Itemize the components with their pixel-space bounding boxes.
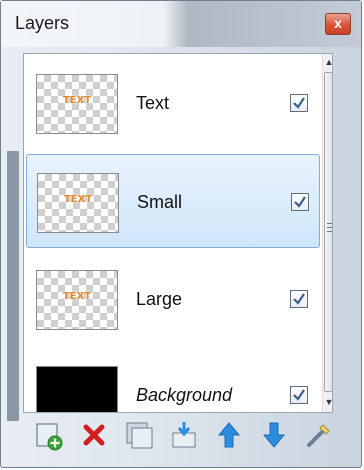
move-layer-down-button[interactable] bbox=[258, 419, 290, 451]
layers-list: TEXT Text TEXT Small TEXT Large Backgrou… bbox=[23, 53, 333, 413]
layers-toolbar bbox=[23, 419, 341, 453]
add-layer-button[interactable] bbox=[33, 419, 65, 451]
duplicate-layer-button[interactable] bbox=[123, 419, 155, 451]
grip-line bbox=[327, 231, 332, 232]
layer-visibility-checkbox[interactable] bbox=[290, 94, 308, 112]
layer-row-background[interactable]: Background bbox=[26, 348, 320, 412]
layers-window: Layers x TEXT Text TEXT Small TEXT Large… bbox=[0, 0, 362, 468]
delete-layer-button[interactable] bbox=[78, 419, 110, 451]
thumbnail-text: TEXT bbox=[62, 95, 92, 106]
scroll-down-arrow-icon[interactable]: ▼ bbox=[323, 394, 332, 410]
close-icon: x bbox=[334, 15, 342, 31]
panel-edge bbox=[7, 151, 19, 421]
delete-layer-icon bbox=[83, 424, 105, 446]
merge-layer-down-icon bbox=[172, 422, 196, 448]
layer-thumbnail: TEXT bbox=[36, 270, 118, 330]
checkmark-icon bbox=[293, 293, 305, 305]
checkmark-icon bbox=[293, 389, 305, 401]
layer-thumbnail: TEXT bbox=[36, 74, 118, 134]
layer-row-small[interactable]: TEXT Small bbox=[26, 154, 320, 248]
merge-layer-down-button[interactable] bbox=[168, 419, 200, 451]
checkmark-icon bbox=[293, 97, 305, 109]
layer-properties-icon bbox=[307, 424, 330, 447]
move-layer-up-button[interactable] bbox=[213, 419, 245, 451]
close-button[interactable]: x bbox=[325, 13, 351, 35]
thumbnail-text: TEXT bbox=[63, 194, 93, 205]
layer-name: Large bbox=[136, 289, 183, 309]
add-layer-icon bbox=[36, 423, 63, 451]
layer-row-text[interactable]: TEXT Text bbox=[26, 56, 320, 150]
layer-visibility-checkbox[interactable] bbox=[291, 193, 309, 211]
vertical-scrollbar[interactable]: ▲ ▼ bbox=[322, 54, 332, 412]
move-layer-up-icon bbox=[217, 422, 241, 448]
layer-name: Background bbox=[136, 385, 233, 405]
checkmark-icon bbox=[294, 196, 306, 208]
layer-visibility-checkbox[interactable] bbox=[290, 290, 308, 308]
layer-row-large[interactable]: TEXT Large bbox=[26, 252, 320, 346]
thumbnail-text: TEXT bbox=[62, 291, 92, 302]
layer-visibility-checkbox[interactable] bbox=[290, 386, 308, 404]
layer-name: Text bbox=[136, 93, 170, 113]
layer-name: Small bbox=[137, 192, 183, 212]
layer-properties-button[interactable] bbox=[303, 419, 335, 451]
grip-line bbox=[327, 227, 332, 228]
grip-line bbox=[327, 223, 332, 224]
move-layer-down-icon bbox=[262, 422, 286, 448]
window-title: Layers bbox=[15, 13, 70, 33]
scroll-thumb[interactable] bbox=[324, 72, 332, 392]
title-bar[interactable]: Layers x bbox=[1, 1, 361, 47]
layer-thumbnail: TEXT bbox=[37, 173, 119, 233]
duplicate-layer-icon bbox=[126, 422, 153, 449]
layer-thumbnail bbox=[36, 366, 118, 412]
scroll-up-arrow-icon[interactable]: ▲ bbox=[323, 54, 332, 70]
